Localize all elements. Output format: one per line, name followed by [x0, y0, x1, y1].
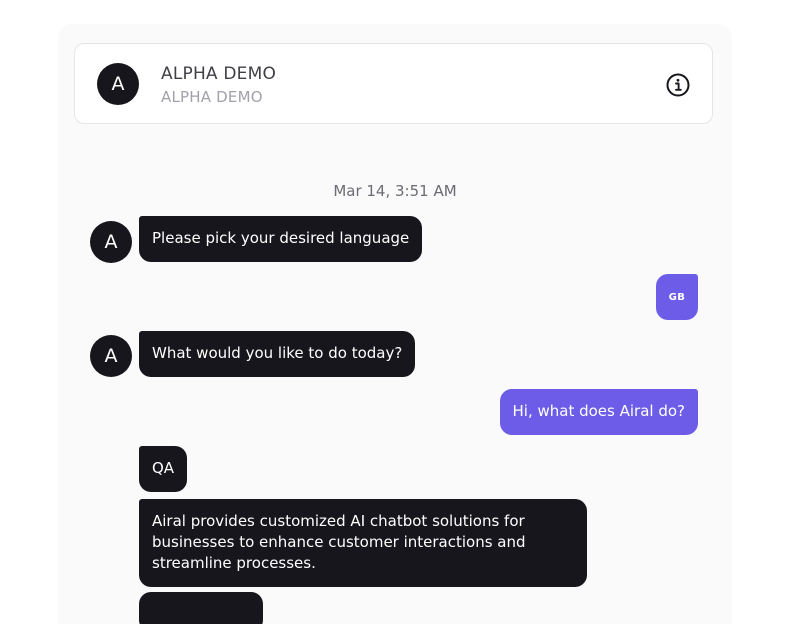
bot-message-partial — [139, 592, 263, 624]
header-title: ALPHA DEMO — [161, 64, 277, 84]
chat-header: A ALPHA DEMO ALPHA DEMO — [74, 43, 713, 124]
bot-message: QA — [139, 446, 188, 492]
header-subtitle: ALPHA DEMO — [161, 88, 263, 106]
user-message: GB — [656, 274, 698, 320]
user-message: Hi, what does Airal do? — [499, 389, 698, 435]
bot-avatar: A — [90, 335, 132, 377]
chat-panel: A ALPHA DEMO ALPHA DEMO Mar 14, 3:51 AM … — [58, 24, 732, 624]
bot-message: Please pick your desired language — [139, 216, 423, 262]
info-icon[interactable] — [665, 72, 691, 98]
bot-message: Airal provides customized AI chatbot sol… — [139, 499, 587, 587]
bot-message: What would you like to do today? — [139, 331, 416, 377]
bot-avatar: A — [90, 221, 132, 263]
message-timestamp: Mar 14, 3:51 AM — [333, 182, 457, 200]
bot-avatar: A — [97, 63, 139, 105]
